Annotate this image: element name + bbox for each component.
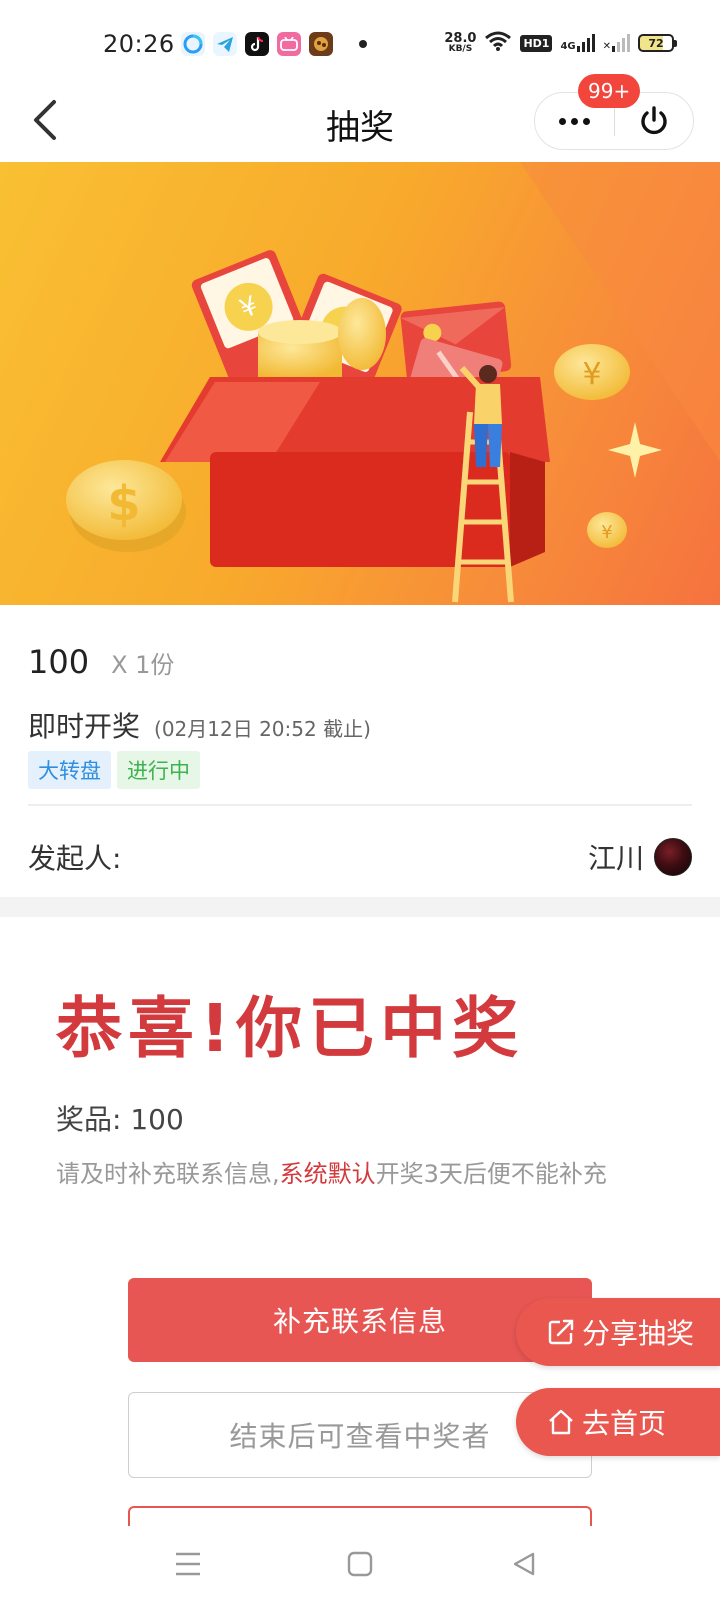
more-notifications-icon — [359, 40, 367, 48]
draw-deadline: (02月12日 20:52 截止) — [154, 717, 371, 741]
svg-text:$: $ — [107, 476, 140, 532]
contact-notice: 请及时补充联系信息,系统默认开奖3天后便不能补充 — [56, 1160, 607, 1188]
initiator-profile[interactable]: 江川 — [588, 837, 692, 877]
partial-button[interactable] — [128, 1506, 592, 1526]
game-app-icon — [309, 32, 333, 56]
hd-voice-icon: HD1 — [520, 34, 553, 52]
draw-row: 即时开奖 (02月12日 20:52 截止) — [28, 705, 371, 745]
signal-sim2-icon: ✕ — [603, 34, 630, 52]
section-separator — [0, 897, 720, 917]
power-icon — [641, 106, 667, 135]
status-right: 28.0 KB/S HD1 4G ✕ 72 — [444, 30, 677, 56]
home-nav-button[interactable] — [338, 1542, 382, 1586]
tiktok-app-icon — [245, 32, 269, 56]
share-lottery-button[interactable]: 分享抽奖 — [516, 1298, 720, 1366]
wifi-icon — [484, 30, 512, 56]
triangle-back-icon — [513, 1552, 535, 1576]
banner-image: ¥ ¥ — [0, 162, 720, 605]
prize-name: 100 — [28, 643, 90, 681]
prize-quantity: X 1份 — [111, 651, 175, 679]
network-speed: 28.0 KB/S — [444, 31, 477, 54]
avatar — [654, 838, 692, 876]
won-prize: 奖品: 100 — [56, 1103, 184, 1136]
divider — [28, 804, 692, 806]
more-dots-icon — [559, 117, 566, 125]
tag-list: 大转盘 进行中 — [28, 751, 200, 789]
system-nav-bar — [0, 1526, 720, 1600]
menu-nav-button[interactable] — [166, 1542, 210, 1586]
share-icon — [548, 1319, 574, 1345]
draw-type: 即时开奖 — [28, 710, 141, 743]
tag-wheel: 大转盘 — [28, 751, 111, 789]
initiator-row: 发起人: 江川 — [28, 837, 692, 877]
win-title: 恭喜!你已中奖 — [56, 990, 525, 1067]
svg-text:¥: ¥ — [601, 522, 612, 543]
notification-icons — [181, 32, 367, 56]
initiator-name: 江川 — [587, 842, 644, 875]
back-nav-button[interactable] — [502, 1542, 546, 1586]
notification-badge: 99+ — [578, 74, 641, 108]
status-bar: 20:26 28.0 KB/S HD1 4G ✕ 72 — [0, 0, 720, 80]
bilibili-app-icon — [277, 32, 301, 56]
tag-status: 进行中 — [117, 751, 200, 789]
battery-icon: 72 — [638, 34, 677, 52]
home-icon — [549, 1409, 573, 1435]
square-icon — [347, 1551, 373, 1577]
initiator-label: 发起人: — [28, 842, 122, 875]
status-time: 20:26 — [103, 30, 175, 58]
prize-row: 100 X 1份 — [28, 643, 174, 681]
menu-icon — [176, 1552, 200, 1576]
screen: 20:26 28.0 KB/S HD1 4G ✕ 72 抽奖 99+ ¥ $ ¥… — [0, 0, 720, 1600]
notice-highlight: 系统默认 — [279, 1160, 376, 1188]
svg-text:¥: ¥ — [582, 357, 601, 392]
telegram-app-icon — [213, 32, 237, 56]
gift-box-illustration: ¥ ¥ — [66, 162, 720, 603]
go-home-button[interactable]: 去首页 — [516, 1388, 720, 1456]
signal-4g-icon: 4G — [560, 34, 595, 52]
browser-app-icon — [181, 32, 205, 56]
